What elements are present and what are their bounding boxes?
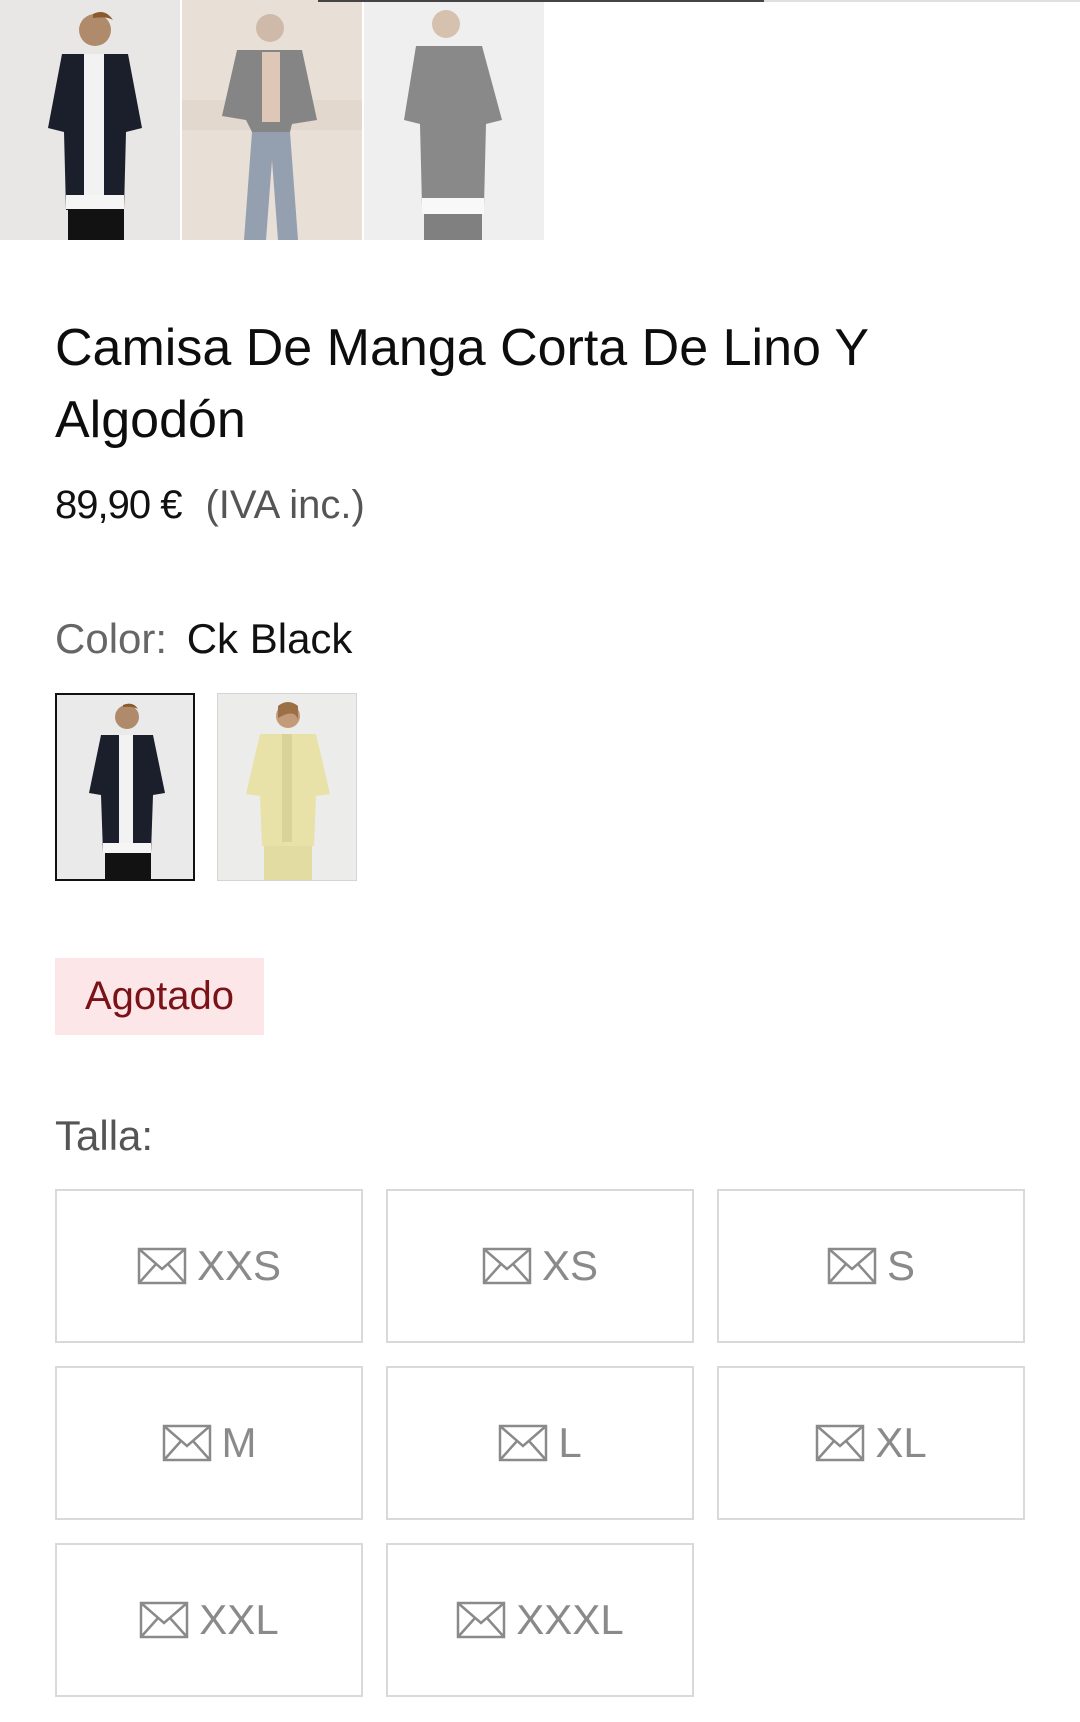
size-option-label: M: [221, 1419, 257, 1466]
size-label: Talla:: [55, 1112, 154, 1159]
envelope-icon: [827, 1247, 877, 1285]
color-value: Ck Black: [186, 615, 353, 662]
envelope-icon: [457, 1601, 506, 1639]
gallery-image-1[interactable]: [0, 0, 180, 240]
sold-out-badge: Agotado: [55, 958, 264, 1035]
size-option-xl[interactable]: XL: [717, 1366, 1025, 1520]
envelope-icon: [499, 1424, 548, 1462]
size-option-label: XXXL: [516, 1596, 624, 1643]
envelope-icon: [482, 1247, 532, 1285]
product-page: Camisa De Manga Corta De Lino Y Algodón …: [0, 0, 1080, 1722]
color-swatch-black[interactable]: [55, 693, 195, 881]
size-option-xxxl[interactable]: XXXL: [386, 1543, 694, 1697]
model-wall-image: [182, 0, 362, 240]
image-gallery[interactable]: [0, 0, 546, 240]
gallery-image-2[interactable]: [182, 0, 362, 240]
size-option-label: XL: [875, 1419, 927, 1466]
gallery-progress-indicator: [318, 0, 764, 2]
size-option-label: L: [558, 1419, 582, 1466]
product-price: 89,90 €: [55, 483, 182, 527]
color-label: Color:: [55, 615, 168, 662]
size-option-label: XXL: [199, 1596, 279, 1643]
price-row: 89,90 € (IVA inc.): [55, 483, 365, 528]
size-option-label: XS: [541, 1242, 599, 1289]
model-front-image: [0, 0, 180, 240]
color-swatch-yellow[interactable]: [217, 693, 357, 881]
size-option-label: S: [886, 1242, 915, 1289]
size-option-xxs[interactable]: XXS: [55, 1189, 363, 1343]
envelope-icon: [140, 1601, 189, 1639]
size-option-l[interactable]: L: [386, 1366, 694, 1520]
model-back-image: [364, 0, 544, 240]
tax-note: (IVA inc.): [205, 483, 365, 527]
swatch-yellow-image: [218, 694, 356, 880]
gallery-progress-track: [764, 0, 1080, 2]
color-row: Color: Ck Black: [55, 615, 352, 663]
envelope-icon: [162, 1424, 211, 1462]
color-swatches: [55, 693, 379, 881]
swatch-black-image: [57, 695, 193, 879]
size-grid: XXS XS S M L XL XXL XXXL: [55, 1189, 1025, 1697]
size-option-label: XXS: [196, 1242, 282, 1289]
product-title: Camisa De Manga Corta De Lino Y Algodón: [55, 319, 869, 449]
size-option-xxl[interactable]: XXL: [55, 1543, 363, 1697]
envelope-icon: [816, 1424, 865, 1462]
size-option-m[interactable]: M: [55, 1366, 363, 1520]
envelope-icon: [137, 1247, 187, 1285]
size-option-xs[interactable]: XS: [386, 1189, 694, 1343]
size-option-s[interactable]: S: [717, 1189, 1025, 1343]
gallery-image-3[interactable]: [364, 0, 544, 240]
